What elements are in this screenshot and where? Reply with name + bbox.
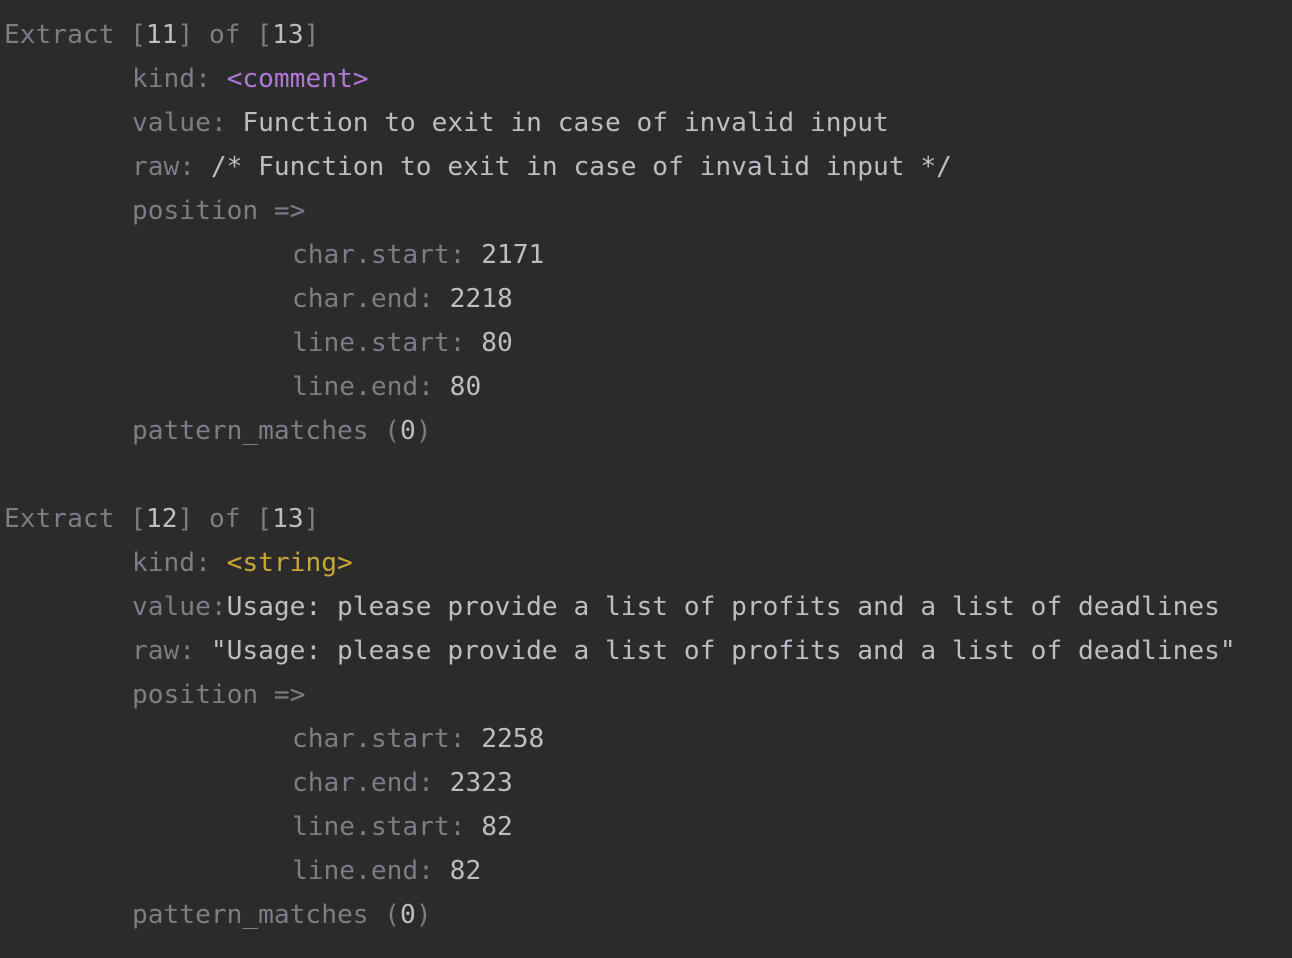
- line-end-label: line.end:: [292, 856, 450, 886]
- kind-value: <comment>: [226, 64, 369, 94]
- kind-row: kind: <string>: [132, 541, 353, 585]
- of-label: of: [193, 504, 257, 534]
- char-start-label: char.start:: [292, 240, 482, 270]
- position-label: position =>: [132, 196, 306, 226]
- char-end-label: char.end:: [292, 284, 450, 314]
- value-label: value:: [132, 592, 227, 622]
- char-end-row: char.end: 2323: [292, 761, 513, 805]
- char-end-row: char.end: 2218: [292, 277, 513, 321]
- extract-label: Extract: [4, 20, 131, 50]
- line-end-value: 82: [449, 856, 482, 886]
- paren-close: ): [415, 900, 432, 930]
- char-start-value: 2258: [481, 724, 545, 754]
- char-start-value: 2171: [481, 240, 545, 270]
- bracket-close: ]: [303, 504, 320, 534]
- char-end-value: 2323: [449, 768, 513, 798]
- bracket-close: ]: [177, 504, 194, 534]
- position-row: position =>: [132, 673, 305, 717]
- raw-label: raw:: [132, 152, 211, 182]
- line-start-row: line.start: 80: [292, 321, 513, 365]
- line-start-value: 82: [481, 812, 513, 842]
- extract-total: 13: [272, 504, 304, 534]
- extract-header: Extract [12] of [13]: [4, 497, 319, 541]
- pattern-matches-count: 0: [400, 416, 416, 446]
- position-row: position =>: [132, 189, 305, 233]
- bracket-open: [: [130, 20, 146, 50]
- console-output: { "colors": { "background": "#2b2b2b", "…: [0, 0, 1292, 958]
- raw-text: /* Function to exit in case of invalid i…: [210, 152, 952, 182]
- raw-text: "Usage: please provide a list of profits…: [210, 636, 1236, 666]
- pattern-matches-count: 0: [400, 900, 416, 930]
- kind-value: <string>: [226, 548, 353, 578]
- line-start-label: line.start:: [292, 328, 482, 358]
- extract-index: 11: [145, 20, 178, 50]
- raw-label: raw:: [132, 636, 211, 666]
- line-end-row: line.end: 82: [292, 849, 481, 893]
- line-start-row: line.start: 82: [292, 805, 513, 849]
- extract-header: Extract [11] of [13]: [4, 13, 319, 57]
- line-start-label: line.start:: [292, 812, 482, 842]
- pattern-matches-label: pattern_matches (: [132, 416, 401, 446]
- value-text: Usage: please provide a list of profits …: [226, 592, 1220, 622]
- extract-total: 13: [272, 20, 304, 50]
- pattern-matches-label: pattern_matches (: [132, 900, 401, 930]
- line-end-value: 80: [449, 372, 482, 402]
- kind-label: kind:: [132, 64, 227, 94]
- kind-row: kind: <comment>: [132, 57, 369, 101]
- char-start-label: char.start:: [292, 724, 482, 754]
- of-label: of: [193, 20, 257, 50]
- line-end-label: line.end:: [292, 372, 450, 402]
- bracket-open: [: [256, 504, 273, 534]
- value-row: value:Usage: please provide a list of pr…: [132, 585, 1220, 629]
- line-start-value: 80: [481, 328, 513, 358]
- char-start-row: char.start: 2258: [292, 717, 544, 761]
- pattern-matches-row: pattern_matches (0): [132, 893, 432, 937]
- raw-row: raw: "Usage: please provide a list of pr…: [132, 629, 1236, 673]
- char-end-value: 2218: [449, 284, 513, 314]
- extract-label: Extract: [4, 504, 131, 534]
- position-label: position =>: [132, 680, 306, 710]
- char-end-label: char.end:: [292, 768, 450, 798]
- bracket-open: [: [130, 504, 146, 534]
- bracket-close: ]: [177, 20, 194, 50]
- kind-label: kind:: [132, 548, 227, 578]
- bracket-open: [: [256, 20, 273, 50]
- line-end-row: line.end: 80: [292, 365, 481, 409]
- bracket-close: ]: [303, 20, 320, 50]
- extract-index: 12: [145, 504, 178, 534]
- pattern-matches-row: pattern_matches (0): [132, 409, 432, 453]
- value-text: Function to exit in case of invalid inpu…: [242, 108, 889, 138]
- value-row: value: Function to exit in case of inval…: [132, 101, 889, 145]
- value-label: value:: [132, 108, 243, 138]
- paren-close: ): [415, 416, 432, 446]
- raw-row: raw: /* Function to exit in case of inva…: [132, 145, 952, 189]
- char-start-row: char.start: 2171: [292, 233, 544, 277]
